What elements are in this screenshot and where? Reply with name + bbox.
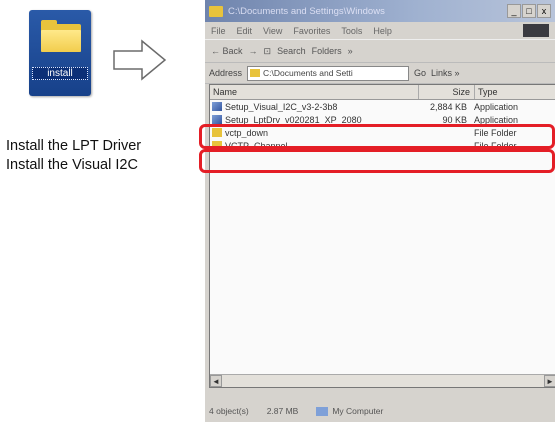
computer-icon	[316, 406, 329, 416]
toolbar: ← Back → ⊡ Search Folders »	[205, 40, 555, 63]
status-total-size: 2.87 MB	[266, 406, 299, 416]
up-button[interactable]: ⊡	[264, 46, 272, 57]
arrow-right-icon	[113, 39, 167, 81]
menu-help[interactable]: Help	[373, 26, 392, 36]
column-type[interactable]: Type	[475, 85, 555, 99]
address-folder-icon	[250, 69, 261, 77]
column-size[interactable]: Size	[419, 85, 475, 99]
address-bar: Address C:\Documents and Setti Go Links …	[205, 63, 555, 84]
go-button[interactable]: Go	[414, 68, 426, 78]
address-label: Address	[209, 68, 243, 78]
toolbar-overflow-button[interactable]: »	[348, 46, 353, 56]
highlight-lpt-driver-row	[199, 149, 555, 173]
links-button[interactable]: Links »	[431, 68, 460, 78]
window-title: C:\Documents and Settings\Windows	[228, 5, 385, 17]
menu-edit[interactable]: Edit	[237, 26, 253, 36]
windows-logo-icon	[523, 24, 549, 37]
search-button[interactable]: Search	[277, 46, 306, 56]
minimize-button[interactable]: _	[507, 4, 521, 18]
address-input[interactable]: C:\Documents and Setti	[247, 65, 410, 81]
file-name: Setup_Visual_I2C_v3-2-3b8	[225, 101, 338, 112]
maximize-button[interactable]: □	[522, 4, 536, 18]
highlight-visual-i2c-row	[199, 124, 555, 149]
caption-visual-i2c: Install the Visual I2C	[6, 157, 138, 173]
folders-button[interactable]: Folders	[312, 46, 342, 56]
address-value: C:\Documents and Setti	[263, 68, 353, 78]
status-bar: 4 object(s) 2.87 MB My Computer	[205, 402, 555, 420]
caption-lpt-driver: Install the LPT Driver	[6, 138, 142, 154]
status-location-label: My Computer	[332, 406, 384, 416]
file-type: Application	[474, 101, 519, 112]
close-button[interactable]: x	[537, 4, 551, 18]
menu-bar: File Edit View Favorites Tools Help	[205, 22, 555, 40]
install-icon-label: install	[32, 67, 88, 80]
menu-favorites[interactable]: Favorites	[293, 26, 330, 36]
file-size: 2,884 KB	[429, 101, 467, 112]
window-folder-icon	[209, 5, 223, 17]
status-location: My Computer	[316, 406, 383, 416]
title-bar: C:\Documents and Settings\Windows _ □ x	[205, 0, 555, 22]
scroll-right-icon[interactable]: ►	[544, 375, 555, 387]
column-name[interactable]: Name	[210, 85, 419, 99]
file-list-header: Name Size Type	[210, 85, 555, 100]
file-type: Application	[474, 114, 519, 125]
install-folder-icon[interactable]: install	[29, 10, 91, 96]
application-icon	[212, 115, 222, 124]
scroll-left-icon[interactable]: ◄	[210, 375, 222, 387]
back-button[interactable]: ← Back	[211, 46, 243, 56]
menu-file[interactable]: File	[211, 26, 226, 36]
horizontal-scrollbar[interactable]: ◄ ►	[210, 374, 555, 387]
menu-view[interactable]: View	[263, 26, 282, 36]
file-name: Setup_LptDrv_v020281_XP_2080	[225, 114, 362, 125]
file-row[interactable]: Setup_Visual_I2C_v3-2-3b8 2,884 KB Appli…	[210, 100, 555, 113]
menu-tools[interactable]: Tools	[341, 26, 362, 36]
forward-button[interactable]: →	[249, 46, 258, 56]
status-object-count: 4 object(s)	[209, 406, 249, 416]
explorer-window: C:\Documents and Settings\Windows _ □ x …	[205, 0, 555, 422]
folder-icon-front	[41, 30, 81, 52]
application-icon	[212, 102, 222, 111]
file-size: 90 KB	[442, 114, 467, 125]
